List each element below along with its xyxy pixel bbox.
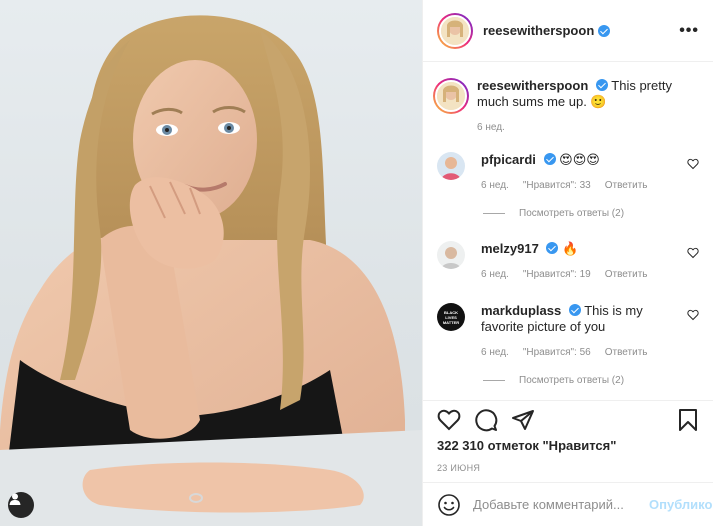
reply-button[interactable]: Ответить	[605, 345, 648, 361]
comment-like-button[interactable]	[687, 247, 699, 262]
comment-username[interactable]: markduplass	[481, 303, 561, 318]
verified-badge-icon	[595, 79, 608, 91]
comment-icon	[475, 408, 498, 431]
comment-username[interactable]: pfpicardi	[481, 152, 536, 167]
emoji-button[interactable]	[437, 493, 461, 517]
comment-text: 🔥	[562, 241, 579, 256]
caption: reesewitherspoon This pretty much sums m…	[433, 78, 699, 136]
caption-avatar[interactable]	[433, 78, 469, 114]
save-button[interactable]	[677, 408, 699, 432]
comment-likes[interactable]: "Нравится": 33	[523, 178, 591, 194]
smiley-icon	[438, 493, 460, 516]
comment-time[interactable]: 6 нед.	[481, 345, 509, 361]
more-options-button[interactable]: •••	[679, 22, 699, 40]
post-sidebar: reesewitherspoon ••• reesewitherspoon Th…	[422, 0, 713, 526]
add-comment-form: Опубликовать	[423, 482, 713, 526]
paper-plane-icon	[512, 409, 534, 430]
view-replies-button[interactable]: Посмотреть ответы (2)	[483, 375, 699, 386]
heart-icon	[687, 247, 699, 259]
like-button[interactable]	[437, 408, 461, 432]
comment-text: 😍😍😍	[559, 152, 600, 167]
reply-button[interactable]: Ответить	[605, 178, 648, 194]
comment-avatar[interactable]	[437, 152, 465, 180]
share-button[interactable]	[511, 408, 535, 432]
post-header: reesewitherspoon •••	[423, 0, 713, 62]
comment-time[interactable]: 6 нед.	[481, 267, 509, 283]
comment-button[interactable]	[474, 408, 498, 432]
heart-icon	[687, 309, 699, 321]
comment-likes[interactable]: "Нравится": 19	[523, 267, 591, 283]
comment-username[interactable]: melzy917	[481, 241, 539, 256]
replies-divider	[483, 213, 505, 214]
verified-badge-icon	[568, 304, 581, 316]
comment-input[interactable]	[473, 497, 649, 512]
post-date[interactable]: 23 ИЮНЯ	[423, 453, 713, 473]
comments-list[interactable]: reesewitherspoon This pretty much sums m…	[423, 62, 713, 400]
author-username[interactable]: reesewitherspoon	[483, 23, 594, 38]
publish-button[interactable]: Опубликовать	[649, 497, 713, 512]
comment-item: melzy917 🔥 6 нед. "Нравится": 19 Ответит…	[437, 241, 699, 283]
verified-badge-icon	[546, 242, 559, 254]
portrait-image	[0, 15, 422, 526]
comment-time[interactable]: 6 нед.	[481, 178, 509, 194]
comment-avatar[interactable]	[437, 241, 465, 269]
likes-count[interactable]: 322 310 отметок "Нравится"	[423, 438, 713, 453]
post-photo[interactable]	[0, 0, 422, 526]
view-replies-button[interactable]: Посмотреть ответы (2)	[483, 208, 699, 219]
comment-avatar[interactable]: BLACK LIVES MATTER	[437, 303, 465, 331]
comment-like-button[interactable]	[687, 158, 699, 173]
instagram-post: reesewitherspoon ••• reesewitherspoon Th…	[0, 0, 713, 526]
bookmark-icon	[679, 408, 697, 431]
heart-icon	[437, 409, 461, 430]
avatar-text: BLACK LIVES MATTER	[442, 309, 460, 325]
comment-likes[interactable]: "Нравится": 56	[523, 345, 591, 361]
view-replies-label: Посмотреть ответы (2)	[519, 375, 625, 386]
heart-icon	[687, 158, 699, 170]
reply-button[interactable]: Ответить	[605, 267, 648, 283]
action-bar	[423, 400, 713, 438]
comment-item: BLACK LIVES MATTER markduplass This is m…	[437, 303, 699, 361]
verified-badge-icon	[598, 24, 611, 37]
caption-time[interactable]: 6 нед.	[477, 120, 505, 136]
caption-username[interactable]: reesewitherspoon	[477, 78, 588, 93]
verified-badge-icon	[543, 153, 556, 165]
user-tag-button[interactable]	[8, 492, 34, 518]
comment-item: pfpicardi 😍😍😍 6 нед. "Нравится": 33 Отве…	[437, 152, 699, 194]
comment-like-button[interactable]	[687, 309, 699, 324]
replies-divider	[483, 380, 505, 381]
view-replies-label: Посмотреть ответы (2)	[519, 208, 625, 219]
person-icon	[9, 493, 21, 505]
author-avatar[interactable]	[437, 12, 473, 49]
